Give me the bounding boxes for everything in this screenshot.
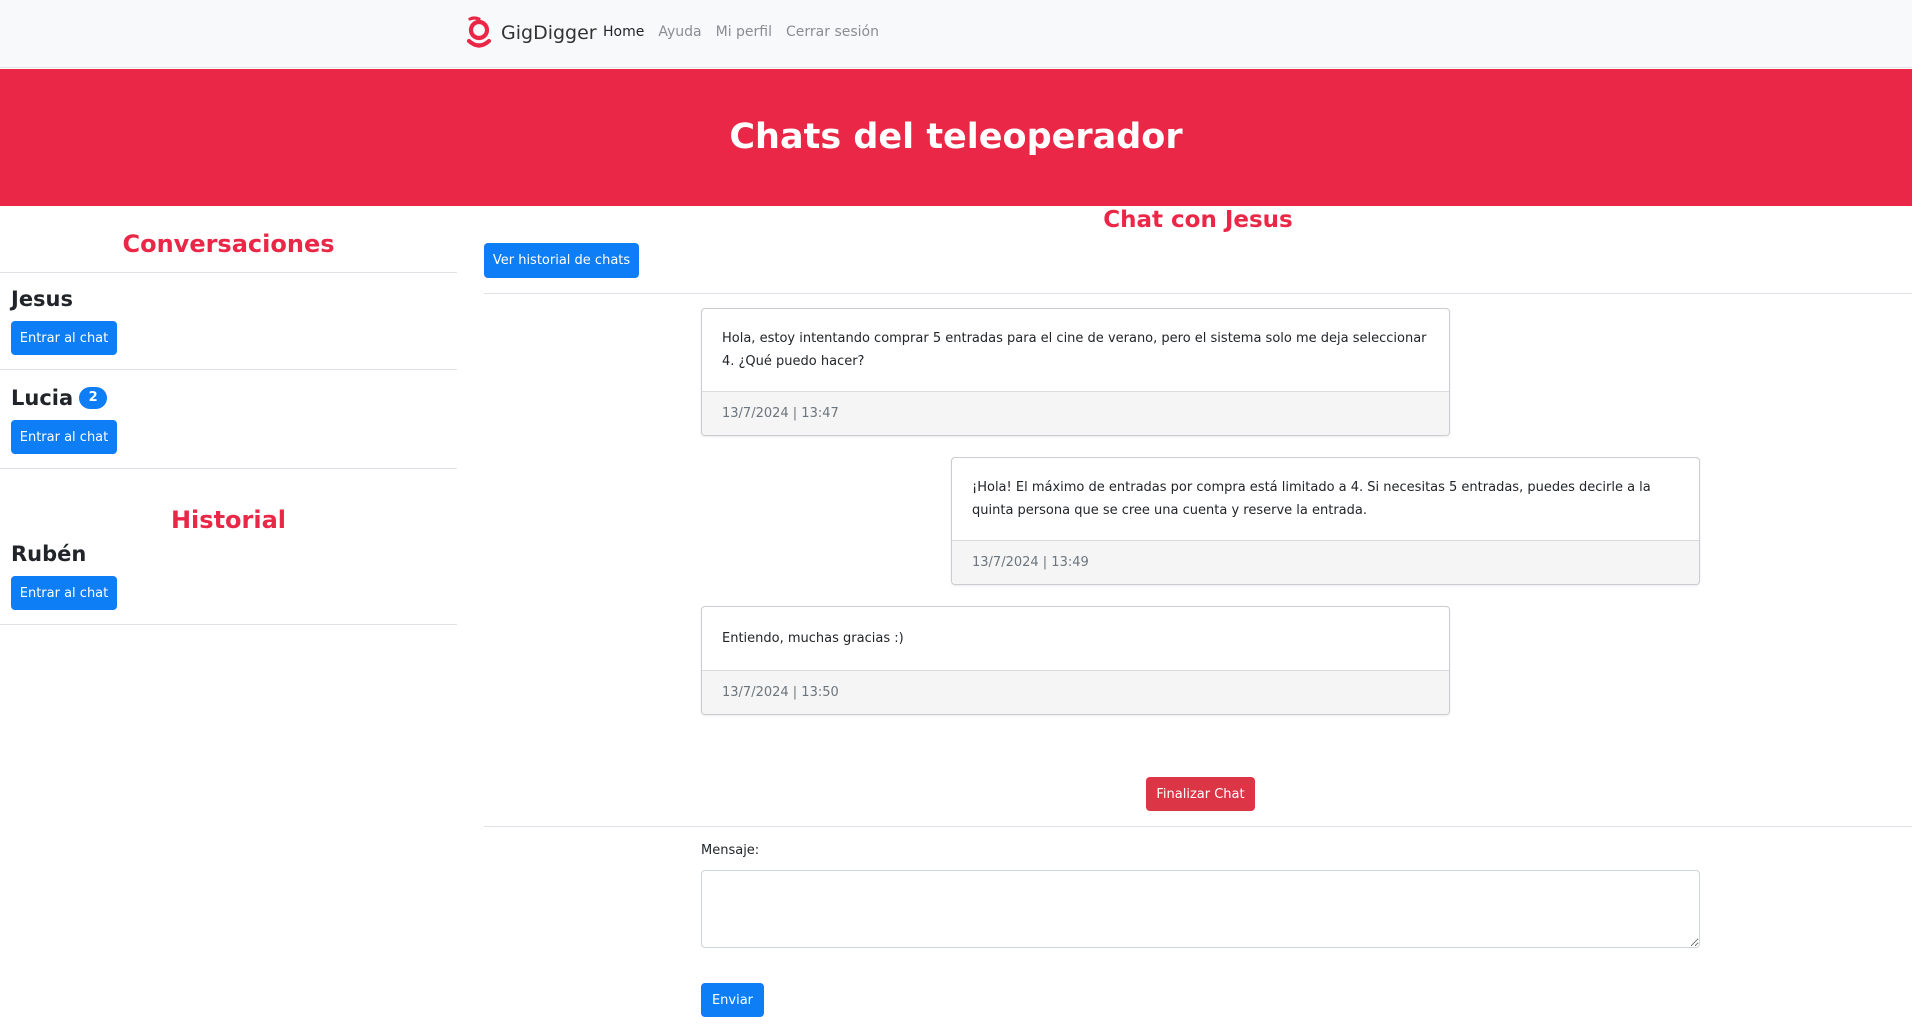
contact-name-text: Jesus	[11, 287, 74, 311]
nav-links: Home Ayuda Mi perfil Cerrar sesión	[603, 24, 879, 40]
message-text: ¡Hola! El máximo de entradas por compra …	[972, 480, 1651, 518]
message-text: Hola, estoy intentando comprar 5 entrada…	[722, 331, 1427, 369]
contact-name: Rubén	[11, 540, 117, 568]
unread-badge: 2	[79, 387, 108, 409]
divider	[0, 272, 457, 273]
enter-chat-button-ruben[interactable]: Entrar al chat	[11, 576, 117, 610]
conversations-title: Conversaciones	[122, 230, 335, 258]
send-button[interactable]: Enviar	[701, 983, 764, 1017]
nav-home[interactable]: Home	[603, 24, 644, 40]
nav-cerrar-sesion[interactable]: Cerrar sesión	[786, 24, 879, 40]
history-title: Historial	[170, 506, 287, 534]
contact-name: Jesus	[11, 285, 117, 313]
message-card: Hola, estoy intentando comprar 5 entrada…	[701, 308, 1450, 436]
nav-mi-perfil[interactable]: Mi perfil	[716, 24, 772, 40]
message-input[interactable]	[701, 870, 1700, 948]
brand[interactable]: GigDigger	[466, 16, 597, 50]
message-timestamp: 13/7/2024 | 13:49	[952, 540, 1699, 584]
page-title: Chats del teleoperador	[729, 116, 1183, 157]
contact-name-text: Rubén	[11, 542, 87, 566]
message-card: Entiendo, muchas gracias :) 13/7/2024 | …	[701, 606, 1450, 715]
brand-name: GigDigger	[501, 22, 597, 44]
message-timestamp: 13/7/2024 | 13:50	[702, 670, 1449, 714]
enter-chat-button-jesus[interactable]: Entrar al chat	[11, 321, 117, 355]
divider	[0, 468, 457, 469]
divider	[484, 293, 1912, 294]
navbar: GigDigger Home Ayuda Mi perfil Cerrar se…	[0, 0, 1912, 68]
nav-ayuda[interactable]: Ayuda	[658, 24, 701, 40]
message-card: ¡Hola! El máximo de entradas por compra …	[951, 457, 1700, 585]
gigdigger-logo-icon	[466, 16, 492, 48]
conversation-item-jesus: Jesus Entrar al chat	[11, 285, 117, 355]
enter-chat-button-lucia[interactable]: Entrar al chat	[11, 420, 117, 454]
contact-name: Lucia 2	[11, 384, 117, 412]
divider	[484, 826, 1912, 827]
message-text: Entiendo, muchas gracias :)	[722, 631, 904, 646]
contact-name-text: Lucia	[11, 386, 74, 410]
hero-banner: Chats del teleoperador	[0, 69, 1912, 206]
divider	[0, 369, 457, 370]
chat-history-button[interactable]: Ver historial de chats	[484, 243, 639, 278]
end-chat-button[interactable]: Finalizar Chat	[1146, 777, 1255, 811]
message-label: Mensaje:	[701, 843, 760, 858]
conversation-item-lucia: Lucia 2 Entrar al chat	[11, 384, 117, 454]
message-timestamp: 13/7/2024 | 13:47	[702, 391, 1449, 435]
divider	[0, 624, 457, 625]
history-item-ruben: Rubén Entrar al chat	[11, 540, 117, 610]
chat-title: Chat con Jesus	[1103, 207, 1293, 233]
